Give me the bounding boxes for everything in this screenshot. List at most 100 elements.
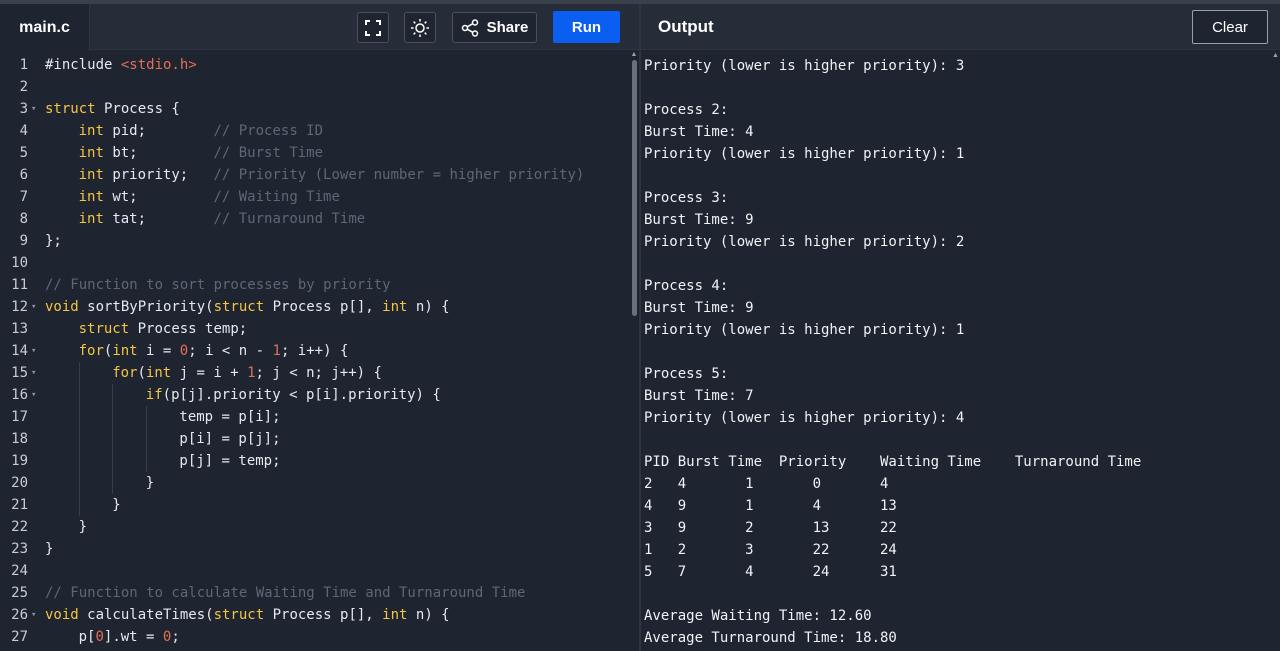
- output-scroll-up-arrow[interactable]: ▲: [1272, 52, 1279, 59]
- code-line[interactable]: 21}: [0, 494, 630, 516]
- output-line: 1 2 3 22 24: [644, 542, 897, 558]
- code-token: pid;: [103, 123, 214, 139]
- output-line: Priority (lower is higher priority): 3: [644, 58, 965, 74]
- code-text: for(int j = i + 1; j < n; j++) {: [112, 362, 382, 384]
- code-token: for: [78, 343, 104, 359]
- code-token: ; i++) {: [280, 343, 349, 359]
- output-line: Burst Time: 4: [644, 124, 754, 140]
- code-token: <stdio.h>: [120, 57, 197, 73]
- code-line[interactable]: 15 ▾ for(int j = i + 1; j < n; j++) {: [0, 362, 630, 384]
- code-line[interactable]: 19 p[j] = temp;: [0, 450, 630, 472]
- indent-guide: [78, 428, 80, 450]
- fold-toggle-icon[interactable]: ▾: [31, 98, 36, 120]
- code-line[interactable]: 11 // Function to sort processes by prior…: [0, 274, 630, 296]
- code-line[interactable]: 12 ▾ void sortByPriority(struct Process p[…: [0, 296, 630, 318]
- clear-button[interactable]: Clear: [1192, 10, 1268, 44]
- share-button[interactable]: Share: [452, 12, 537, 43]
- code-line[interactable]: 4 int pid; // Process ID: [0, 120, 630, 142]
- code-token: // Waiting Time: [213, 189, 340, 205]
- code-area[interactable]: 1 #include <stdio.h> 2 3 ▾ struct Process {4 i…: [0, 50, 640, 651]
- line-number: 11: [11, 277, 28, 293]
- code-line[interactable]: 2: [0, 76, 630, 98]
- line-number: 20: [11, 475, 28, 491]
- fold-toggle-icon[interactable]: ▾: [31, 362, 36, 384]
- indent-guide: [78, 384, 80, 406]
- code-text: }: [45, 538, 53, 560]
- output-line: Priority (lower is higher priority): 1: [644, 322, 965, 338]
- code-token: int: [78, 145, 104, 161]
- code-line[interactable]: 14 ▾ for(int i = 0; i < n - 1; i++) {: [0, 340, 630, 362]
- output-line: Process 3:: [644, 190, 729, 206]
- code-line[interactable]: 23}: [0, 538, 630, 560]
- code-token: p[: [78, 629, 96, 645]
- line-number: 23: [11, 541, 28, 557]
- output-line: Process 2:: [644, 102, 729, 118]
- line-number: 18: [11, 431, 28, 447]
- code-line[interactable]: 17 temp = p[i];: [0, 406, 630, 428]
- output-scrollbar[interactable]: ▲: [1271, 50, 1280, 651]
- fold-toggle-icon[interactable]: ▾: [31, 384, 36, 406]
- code-token: // Turnaround Time: [213, 211, 366, 227]
- line-number: 15: [11, 365, 28, 381]
- code-token: p[j] = temp;: [179, 453, 281, 469]
- code-line[interactable]: 6 int priority; // Priority (Lower number…: [0, 164, 630, 186]
- code-line[interactable]: 3 ▾ struct Process {: [0, 98, 630, 120]
- indent-guide: [145, 428, 147, 450]
- line-number: 10: [11, 255, 28, 271]
- theme-toggle-button[interactable]: [404, 12, 436, 43]
- line-number: 1: [19, 57, 28, 73]
- run-button[interactable]: Run: [553, 11, 620, 43]
- code-line[interactable]: 22}: [0, 516, 630, 538]
- code-line[interactable]: 16 ▾ if(p[j].priority < p[i].priority) {: [0, 384, 630, 406]
- line-number: 6: [19, 167, 28, 183]
- code-line[interactable]: 18 p[i] = p[j];: [0, 428, 630, 450]
- indent-guide: [78, 450, 80, 472]
- code-token: int: [145, 365, 172, 381]
- code-token: (: [137, 365, 146, 381]
- fold-toggle-icon[interactable]: ▾: [31, 296, 36, 318]
- fold-toggle-icon[interactable]: ▾: [31, 340, 36, 362]
- code-token: n) {: [407, 299, 450, 315]
- editor-scroll-up-arrow[interactable]: ▲: [630, 51, 638, 58]
- editor-toolbar: main.c Share Run: [0, 4, 640, 51]
- code-token: bt;: [103, 145, 214, 161]
- code-token: struct: [78, 321, 130, 337]
- line-number: 25: [11, 585, 28, 601]
- code-line[interactable]: 8 int tat; // Turnaround Time: [0, 208, 630, 230]
- code-line[interactable]: 7 int wt; // Waiting Time: [0, 186, 630, 208]
- code-line[interactable]: 5 int bt; // Burst Time: [0, 142, 630, 164]
- line-number: 8: [19, 211, 28, 227]
- code-line[interactable]: 9};: [0, 230, 630, 252]
- output-line: PID Burst Time Priority Waiting Time Tur…: [644, 454, 1142, 470]
- code-token: void: [45, 607, 79, 623]
- code-token: n) {: [407, 607, 450, 623]
- indent-guide: [78, 494, 80, 516]
- output-line: Process 4:: [644, 278, 729, 294]
- output-line: Average Waiting Time: 12.60: [644, 608, 872, 624]
- code-line[interactable]: 10: [0, 252, 630, 274]
- code-token: tat;: [103, 211, 214, 227]
- code-text: if(p[j].priority < p[i].priority) {: [146, 384, 441, 406]
- code-token: ; i < n -: [188, 343, 273, 359]
- code-token: struct: [45, 101, 96, 117]
- code-token: // Priority (Lower number = higher prior…: [213, 167, 585, 183]
- editor-scrollbar-thumb[interactable]: [632, 60, 637, 316]
- code-line[interactable]: 13 struct Process temp;: [0, 318, 630, 340]
- file-tab-main-c[interactable]: main.c: [0, 4, 90, 51]
- code-line[interactable]: 27 p[0].wt = 0;: [0, 626, 630, 648]
- code-token: i =: [137, 343, 180, 359]
- code-line[interactable]: 26 ▾ void calculateTimes(struct Process p[…: [0, 604, 630, 626]
- code-line[interactable]: 1 #include <stdio.h>: [0, 54, 630, 76]
- output-line: Burst Time: 9: [644, 212, 754, 228]
- indent-guide: [145, 450, 147, 472]
- code-line[interactable]: 25 // Function to calculate Waiting Time …: [0, 582, 630, 604]
- indent-guide: [78, 472, 80, 494]
- code-token: }: [112, 497, 121, 513]
- code-line[interactable]: 24: [0, 560, 630, 582]
- code-token: ].wt =: [103, 629, 163, 645]
- fullscreen-button[interactable]: [357, 12, 389, 43]
- fold-toggle-icon[interactable]: ▾: [31, 604, 36, 626]
- code-line[interactable]: 20}: [0, 472, 630, 494]
- code-token: j = i +: [171, 365, 248, 381]
- code-token: int: [78, 123, 104, 139]
